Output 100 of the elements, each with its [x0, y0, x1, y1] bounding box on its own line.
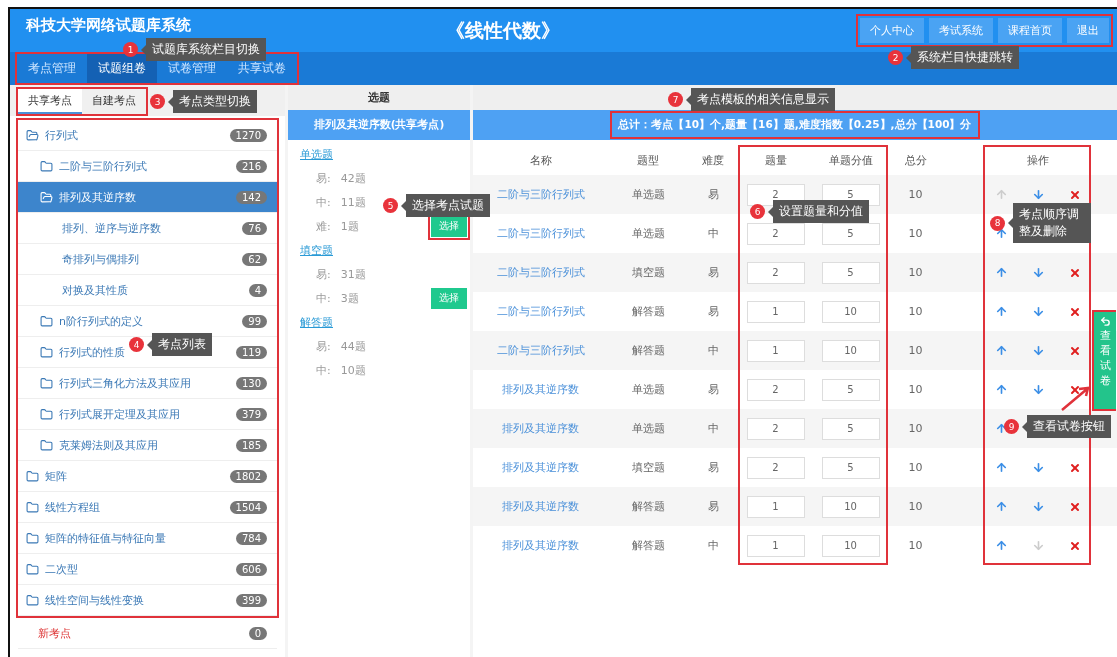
question-count: 31题 — [340, 266, 366, 282]
table-cell-text: 单选题 — [630, 187, 666, 202]
move-up-icon[interactable] — [995, 266, 1008, 279]
quantity-field[interactable]: 2 — [746, 378, 805, 401]
score-field[interactable]: 5 — [821, 378, 880, 401]
move-down-icon[interactable] — [1032, 461, 1045, 474]
quantity-field[interactable]: 1 — [746, 300, 805, 323]
table-cell-text: 10 — [907, 266, 924, 279]
count-badge: 784 — [235, 531, 267, 545]
quantity-field[interactable]: 1 — [746, 534, 805, 557]
score-field[interactable]: 5 — [821, 456, 880, 479]
question-count: 11题 — [340, 194, 366, 210]
quantity-field[interactable]: 2 — [746, 456, 805, 479]
delete-icon[interactable] — [1069, 500, 1081, 513]
delete-icon[interactable] — [1069, 383, 1081, 396]
move-up-icon[interactable] — [995, 539, 1008, 552]
score-field[interactable]: 5 — [821, 261, 880, 284]
move-down-icon[interactable] — [1032, 188, 1045, 201]
move-down-icon[interactable] — [1032, 305, 1045, 318]
topic-link[interactable]: 二阶与三阶行列式 — [496, 343, 585, 358]
topic-link[interactable]: 排列及其逆序数 — [502, 460, 579, 475]
score-field[interactable]: 10 — [821, 339, 880, 362]
header-link[interactable]: 考试系统 — [929, 18, 993, 43]
question-count: 42题 — [340, 170, 366, 186]
quantity-field[interactable]: 2 — [746, 222, 805, 245]
topic-link[interactable]: 排列及其逆序数 — [502, 382, 579, 397]
question-count: 10题 — [340, 362, 366, 378]
delete-icon[interactable] — [1069, 539, 1081, 552]
move-up-icon[interactable] — [995, 461, 1008, 474]
table-cell-text: 单选题 — [630, 421, 666, 436]
count-badge: 1270 — [229, 128, 267, 142]
panel-heading: 选题 — [288, 85, 470, 110]
table-cell-text: 易 — [706, 187, 720, 202]
type-tab[interactable]: 自建考点 — [82, 89, 146, 114]
count-badge: 216 — [235, 159, 267, 173]
move-down-icon[interactable] — [1032, 500, 1045, 513]
table-cell-text: 10 — [907, 422, 924, 435]
question-type-link[interactable]: 单选题 — [288, 142, 470, 166]
return-arrow-icon — [1099, 316, 1111, 327]
nav-tab[interactable]: 试题组卷 — [87, 54, 157, 83]
topic-link[interactable]: 二阶与三阶行列式 — [496, 226, 585, 241]
quantity-field[interactable]: 2 — [746, 183, 805, 206]
header-link[interactable]: 课程首页 — [998, 18, 1062, 43]
count-badge: 399 — [235, 593, 267, 607]
score-field[interactable]: 5 — [821, 183, 880, 206]
annotation-arrow — [1060, 386, 1090, 412]
move-down-icon[interactable] — [1032, 344, 1045, 357]
tree-item[interactable]: 排列及其逆序数 142 — [18, 182, 277, 213]
quantity-field[interactable]: 1 — [746, 339, 805, 362]
level-label: 易: — [316, 266, 331, 282]
delete-icon[interactable] — [1069, 266, 1081, 279]
table-cell-text: 10 — [907, 539, 924, 552]
level-label: 中: — [316, 290, 331, 306]
table-cell-text: 易 — [706, 265, 720, 280]
table-cell-text: 10 — [907, 383, 924, 396]
column-header: 题量 — [763, 152, 788, 168]
count-badge: 142 — [235, 190, 267, 204]
count-badge: 0 — [248, 626, 267, 640]
table-cell-text: 填空题 — [630, 265, 666, 280]
nav-tab[interactable]: 考点管理 — [17, 54, 87, 83]
topic-link[interactable]: 排列及其逆序数 — [502, 499, 579, 514]
topic-link[interactable]: 排列及其逆序数 — [502, 421, 579, 436]
header-link[interactable]: 个人中心 — [860, 18, 924, 43]
move-down-icon[interactable] — [1032, 266, 1045, 279]
move-down-icon[interactable] — [1032, 383, 1045, 396]
quantity-field[interactable]: 1 — [746, 495, 805, 518]
move-up-icon[interactable] — [995, 305, 1008, 318]
score-field[interactable]: 10 — [821, 495, 880, 518]
quantity-field[interactable]: 2 — [746, 417, 805, 440]
move-up-icon[interactable] — [995, 383, 1008, 396]
topic-link[interactable]: 二阶与三阶行列式 — [496, 265, 585, 280]
callout-text: 考点顺序调整及删除 — [1018, 206, 1080, 240]
column-header: 题型 — [636, 152, 660, 168]
score-field[interactable]: 5 — [821, 222, 880, 245]
callout-text: 设置题量和分值 — [778, 203, 864, 220]
delete-icon[interactable] — [1069, 188, 1081, 201]
score-field[interactable]: 10 — [821, 534, 880, 557]
delete-icon[interactable] — [1069, 344, 1081, 357]
course-title: 《线性代数》 — [446, 17, 560, 43]
count-badge: 119 — [235, 345, 267, 359]
question-type-link[interactable]: 填空题 — [288, 238, 470, 262]
quantity-field[interactable]: 2 — [746, 261, 805, 284]
delete-icon[interactable] — [1069, 461, 1081, 474]
callout-text: 系统栏目快捷跳转 — [916, 49, 1014, 66]
table-cell-text: 10 — [907, 500, 924, 513]
delete-icon[interactable] — [1069, 305, 1081, 318]
table-cell-text: 易 — [706, 382, 720, 397]
type-tab[interactable]: 共享考点 — [18, 89, 82, 114]
score-field[interactable]: 5 — [821, 417, 880, 440]
table-cell-text: 解答题 — [630, 538, 666, 553]
move-up-icon[interactable] — [995, 500, 1008, 513]
topic-link[interactable]: 二阶与三阶行列式 — [496, 187, 585, 202]
score-field[interactable]: 10 — [821, 300, 880, 323]
move-up-icon[interactable] — [995, 344, 1008, 357]
header-link[interactable]: 退出 — [1067, 18, 1109, 43]
question-type-link[interactable]: 解答题 — [288, 310, 470, 334]
topic-link[interactable]: 排列及其逆序数 — [502, 538, 579, 553]
callout-text: 考点模板的相关信息显示 — [696, 91, 830, 108]
column-header: 单题分值 — [827, 152, 874, 168]
topic-link[interactable]: 二阶与三阶行列式 — [496, 304, 585, 319]
